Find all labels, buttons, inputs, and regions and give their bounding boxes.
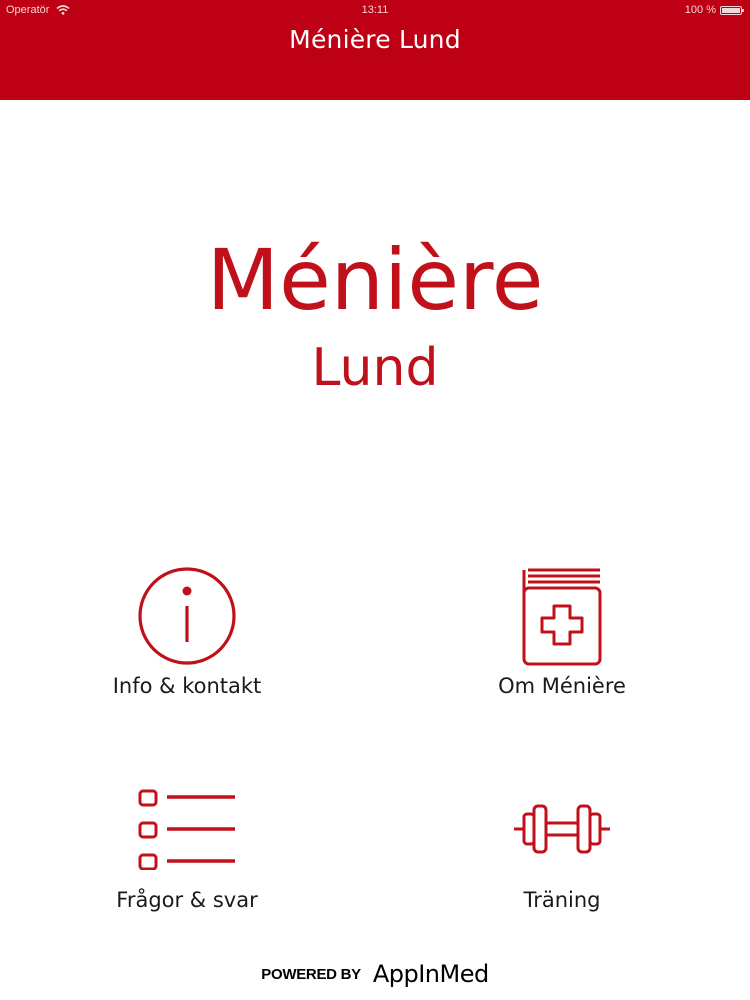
brand-logo: AppInMed: [372, 960, 489, 988]
info-circle-icon: [138, 567, 236, 665]
about-meniere-button[interactable]: Om Ménière: [432, 566, 692, 726]
navigation-bar: Operatör 13:11 100 % Ménière Lund: [0, 0, 750, 100]
status-time: 13:11: [361, 4, 389, 16]
dumbbell-icon: [514, 804, 610, 854]
medical-book-icon: [522, 568, 602, 666]
training-button[interactable]: Träning: [432, 786, 692, 946]
powered-by-label: POWERED BY: [261, 965, 361, 983]
battery-label: 100 %: [684, 4, 716, 16]
battery-icon: [720, 5, 744, 15]
about-meniere-label: Om Ménière: [498, 674, 626, 698]
training-label: Träning: [523, 888, 601, 912]
logo-title: Ménière: [206, 231, 544, 329]
status-battery: 100 %: [684, 3, 744, 17]
footer-powered-by[interactable]: POWERED BY AppInMed: [0, 952, 750, 996]
page-title: Ménière Lund: [289, 25, 461, 54]
faq-button[interactable]: Frågor & svar: [57, 786, 317, 946]
info-contact-button[interactable]: Info & kontakt: [57, 566, 317, 726]
faq-label: Frågor & svar: [116, 888, 258, 912]
info-contact-label: Info & kontakt: [112, 674, 262, 698]
logo-subtitle: Lund: [311, 338, 439, 398]
list-icon: [138, 789, 235, 870]
